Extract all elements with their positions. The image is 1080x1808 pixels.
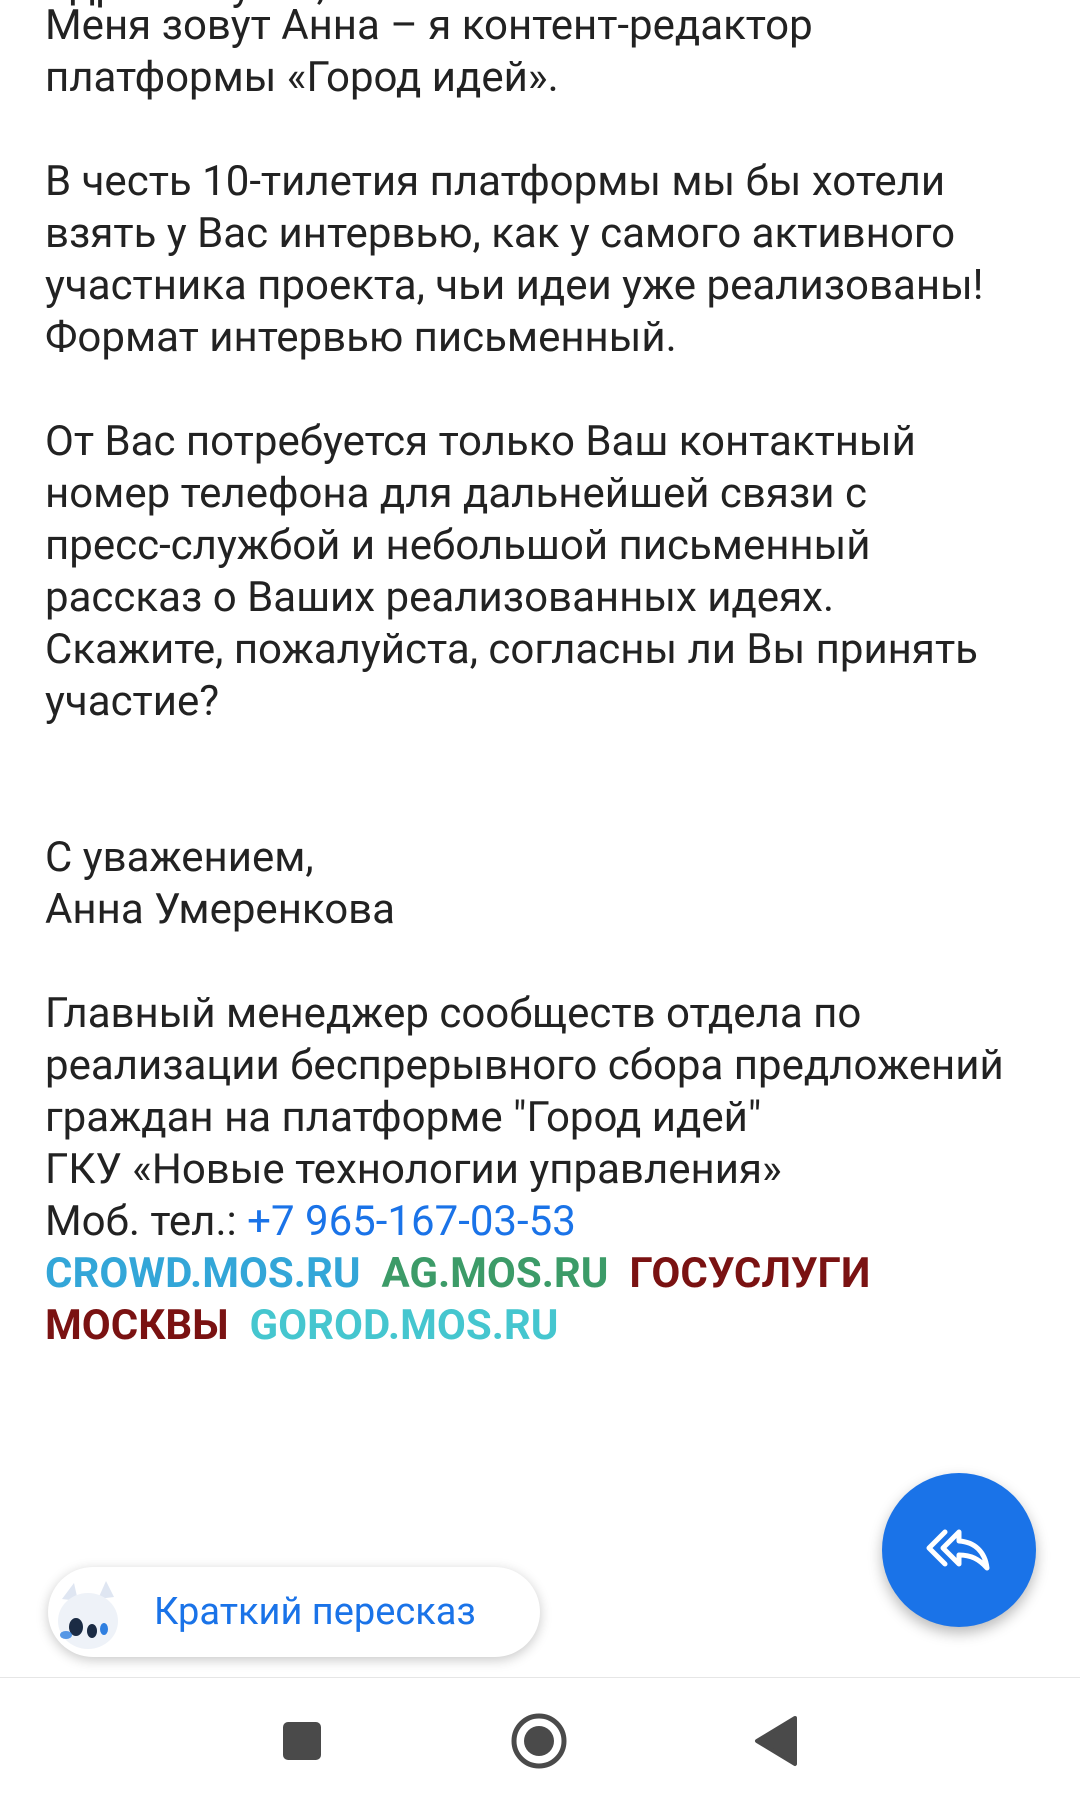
intro-line: платформы «Город идей». bbox=[45, 53, 559, 102]
gorod-mos-link[interactable]: GOROD.MOS.RU bbox=[250, 1301, 559, 1350]
system-navigation-bar bbox=[0, 1677, 1080, 1808]
email-body: Меня зовут Анна – я контент-редактор пла… bbox=[45, 0, 1045, 1352]
back-button[interactable] bbox=[726, 1693, 826, 1793]
recents-button[interactable] bbox=[252, 1693, 352, 1793]
position-line: реализации беспрерывного сбора предложен… bbox=[45, 1041, 1004, 1090]
intro-line: Меня зовут Анна – я контент-редактор bbox=[45, 1, 813, 50]
request-line: От Вас потребуется только Ваш контактный bbox=[45, 417, 916, 466]
request-line: пресс-службой и небольшой письменный bbox=[45, 521, 871, 570]
signature-name: Анна Умеренкова bbox=[45, 885, 396, 934]
request-line: рассказ о Ваших реализованных идеях. bbox=[45, 573, 835, 622]
website-links-line-1: CROWD.MOS.RU AG.MOS.RU ГОСУСЛУГИ bbox=[45, 1248, 1045, 1300]
phone-line: Моб. тел.: +7 965-167-03-53 bbox=[45, 1196, 1045, 1248]
gosuslugi-link[interactable]: ГОСУСЛУГИ bbox=[629, 1249, 870, 1298]
interview-paragraph: В честь 10-тилетия платформы мы бы хотел… bbox=[45, 156, 1045, 364]
organization-line: ГКУ «Новые технологии управления» bbox=[45, 1145, 782, 1194]
home-button[interactable] bbox=[489, 1693, 589, 1793]
interview-line: участника проекта, чьи идеи уже реализов… bbox=[45, 261, 984, 310]
website-links-line-2: МОСКВЫ GOROD.MOS.RU bbox=[45, 1300, 1045, 1352]
reply-all-icon bbox=[923, 1512, 995, 1588]
square-icon bbox=[280, 1719, 324, 1767]
request-line: номер телефона для дальнейшей связи с bbox=[45, 469, 867, 518]
request-line: участие? bbox=[45, 677, 220, 726]
position-line: граждан на платформе "Город идей" bbox=[45, 1093, 762, 1142]
crowd-mos-link[interactable]: CROWD.MOS.RU bbox=[45, 1249, 361, 1298]
interview-line: Формат интервью письменный. bbox=[45, 313, 677, 362]
interview-line: взять у Вас интервью, как у самого актив… bbox=[45, 209, 956, 258]
alice-mascot-icon bbox=[48, 1577, 128, 1657]
signature-block: С уважением, Анна Умеренкова bbox=[45, 832, 1045, 936]
summary-chip-label: Краткий пересказ bbox=[154, 1590, 476, 1634]
circle-icon bbox=[509, 1711, 569, 1775]
position-line: Главный менеджер сообществ отдела по bbox=[45, 989, 862, 1038]
interview-line: В честь 10-тилетия платформы мы бы хотел… bbox=[45, 157, 946, 206]
gosuslugi-link-continued[interactable]: МОСКВЫ bbox=[45, 1301, 229, 1350]
phone-label: Моб. тел.: bbox=[45, 1197, 248, 1246]
intro-paragraph: Меня зовут Анна – я контент-редактор пла… bbox=[45, 0, 1045, 104]
signature-details: Главный менеджер сообществ отдела по реа… bbox=[45, 988, 1045, 1352]
signature-greeting: С уважением, bbox=[45, 833, 314, 882]
phone-number-link[interactable]: +7 965-167-03-53 bbox=[247, 1197, 576, 1246]
request-line: Скажите, пожалуйста, согласны ли Вы прин… bbox=[45, 625, 978, 674]
request-paragraph: От Вас потребуется только Ваш контактный… bbox=[45, 416, 1045, 728]
summary-chip[interactable]: Краткий пересказ bbox=[48, 1567, 540, 1657]
reply-all-button[interactable] bbox=[882, 1473, 1036, 1627]
ag-mos-link[interactable]: AG.MOS.RU bbox=[381, 1249, 608, 1298]
triangle-back-icon bbox=[751, 1714, 801, 1772]
